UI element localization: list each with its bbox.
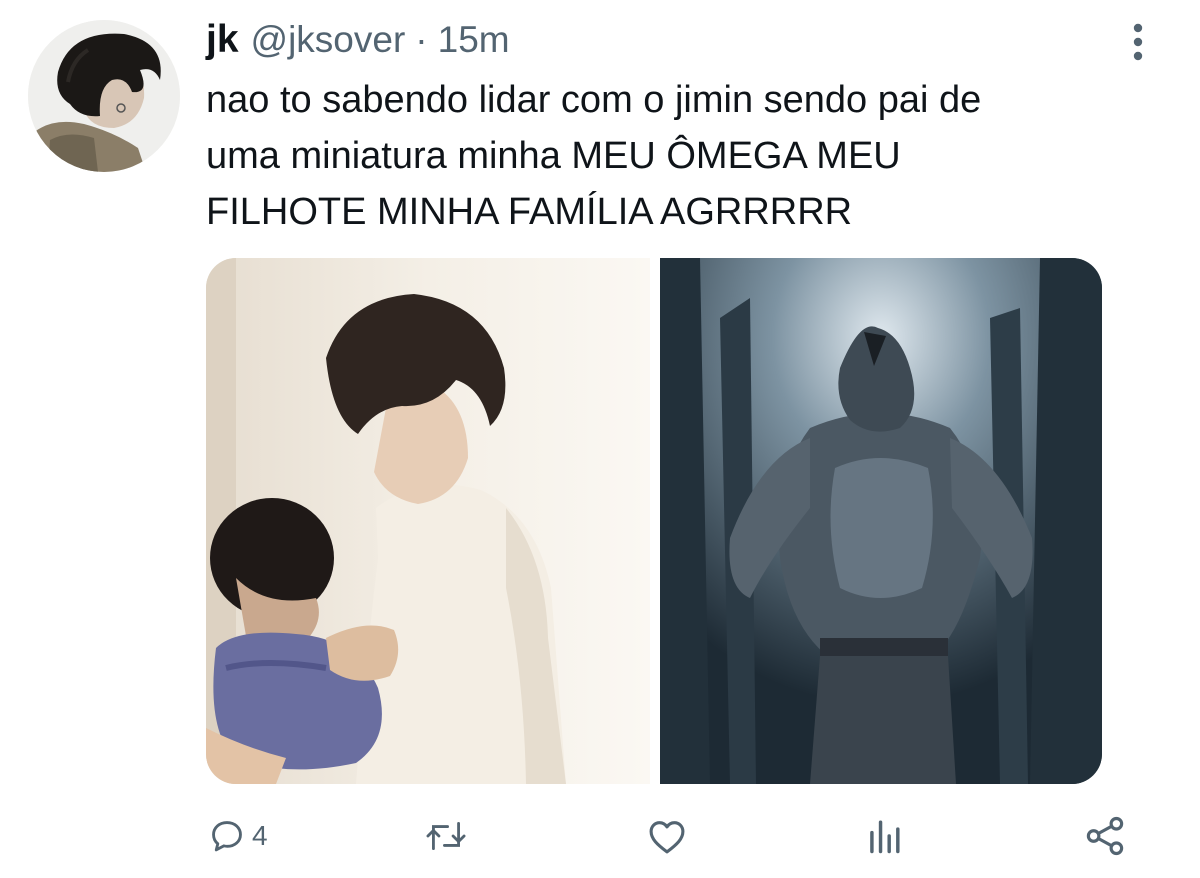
more-vertical-icon	[1133, 23, 1143, 61]
illustration-howling-werewolf	[660, 258, 1102, 784]
display-name[interactable]: jk	[206, 18, 239, 62]
like-button[interactable]	[646, 806, 688, 866]
views-button[interactable]	[866, 806, 902, 866]
username-handle[interactable]: @jksover	[251, 19, 406, 61]
reply-count: 4	[252, 820, 268, 851]
separator-dot: ·	[415, 19, 428, 60]
timestamp[interactable]: 15m	[438, 19, 510, 61]
reply-icon	[212, 821, 242, 852]
more-options-button[interactable]	[1124, 22, 1152, 62]
avatar-image	[28, 20, 180, 172]
heart-icon	[649, 821, 685, 854]
reply-button[interactable]: 4	[208, 806, 268, 866]
avatar[interactable]	[28, 20, 180, 172]
analytics-icon	[870, 820, 900, 854]
tweet-text: nao to sabendo lidar com o jimin sendo p…	[206, 79, 982, 233]
share-button[interactable]	[1084, 806, 1126, 866]
tweet-action-bar: 4	[0, 806, 1200, 866]
tweet-image-1[interactable]	[206, 258, 650, 784]
photo-father-holding-baby	[206, 258, 650, 784]
share-icon	[1086, 816, 1124, 856]
tweet-header: jk @jksover · 15m	[206, 18, 510, 66]
tweet-image-2[interactable]	[660, 258, 1102, 784]
retweet-button[interactable]	[424, 806, 468, 866]
retweet-icon	[426, 822, 466, 850]
